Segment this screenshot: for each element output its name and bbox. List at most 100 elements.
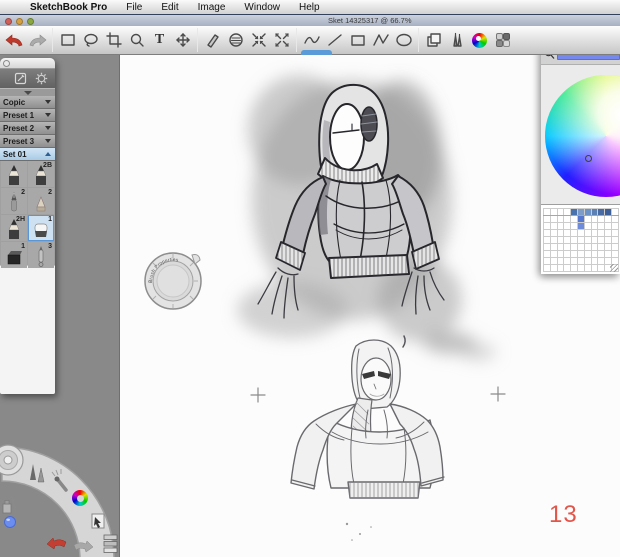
panel-close-icon[interactable] — [3, 60, 10, 67]
color-wheel[interactable] — [545, 75, 620, 197]
menu-window[interactable]: Window — [244, 2, 280, 13]
swatch-cell[interactable] — [591, 230, 599, 237]
swatch-cell[interactable] — [584, 258, 592, 265]
text-tool-icon[interactable]: T — [148, 28, 171, 52]
swatch-cell[interactable] — [584, 216, 592, 223]
menu-edit[interactable]: Edit — [161, 2, 178, 13]
lagoon-layers-icon[interactable] — [103, 534, 118, 553]
shrink-icon[interactable] — [247, 28, 270, 52]
menu-image[interactable]: Image — [198, 2, 226, 13]
resize-grip[interactable] — [610, 264, 618, 272]
swatch-cell[interactable] — [557, 230, 565, 237]
swatch-cell[interactable] — [550, 251, 558, 258]
swatch-cell[interactable] — [591, 244, 599, 251]
swatch-cell[interactable] — [605, 244, 612, 251]
swatch-cell[interactable] — [550, 237, 558, 244]
swatch-cell[interactable] — [544, 216, 551, 223]
swatch-cell[interactable] — [605, 223, 612, 230]
brush-palette-icon[interactable] — [445, 28, 468, 52]
brush-pencil[interactable] — [1, 161, 27, 187]
swatch-cell[interactable] — [564, 237, 572, 244]
brush-block-1[interactable]: 1 — [1, 242, 27, 268]
pen-tool-icon[interactable] — [2, 496, 17, 514]
close-button[interactable] — [5, 18, 12, 25]
swatch-cell[interactable] — [571, 265, 578, 272]
swatch-cell[interactable] — [564, 230, 572, 237]
brush-group-preset1[interactable]: Preset 1 — [0, 109, 55, 122]
color-dot-icon[interactable] — [4, 516, 16, 528]
brush-airbrush-3[interactable]: 3 — [28, 242, 54, 268]
swatch-cell[interactable] — [571, 244, 578, 251]
swatch-cell[interactable] — [557, 223, 565, 230]
brush-group-preset2[interactable]: Preset 2 — [0, 122, 55, 135]
swatch-cell[interactable] — [611, 244, 619, 251]
swatch-cell[interactable] — [591, 258, 599, 265]
undo-icon[interactable] — [3, 28, 26, 52]
swatch-cell[interactable] — [557, 237, 565, 244]
line-tool-icon[interactable] — [323, 28, 346, 52]
swatch-cell[interactable] — [591, 223, 599, 230]
brush-eraser-selected[interactable]: 1 — [28, 215, 54, 241]
swatch-cell[interactable] — [564, 216, 572, 223]
swatch-cell[interactable] — [550, 230, 558, 237]
swatch-cell[interactable] — [611, 216, 619, 223]
lagoon-color-wheel-icon[interactable] — [72, 490, 88, 506]
swatch-cell[interactable] — [571, 251, 578, 258]
swatch-cell[interactable] — [598, 237, 606, 244]
swatch-cell[interactable] — [544, 251, 551, 258]
color-selector-dot[interactable] — [585, 155, 592, 162]
brush-palette-title-bar[interactable] — [0, 58, 55, 69]
swatch-cell[interactable] — [584, 251, 592, 258]
swatch-cell[interactable] — [591, 265, 599, 272]
swatch-cell[interactable] — [598, 230, 606, 237]
swatch-cell[interactable] — [544, 258, 551, 265]
swatch-cell[interactable] — [584, 265, 592, 272]
swatch-cell[interactable] — [571, 216, 578, 223]
swatch-cell[interactable] — [584, 244, 592, 251]
brush-group-copic[interactable]: Copic — [0, 96, 55, 109]
swatch-cell[interactable] — [550, 223, 558, 230]
swatch-cell[interactable] — [544, 230, 551, 237]
swatch-cell[interactable] — [577, 237, 585, 244]
swatch-cell[interactable] — [550, 216, 558, 223]
move-icon[interactable] — [171, 28, 194, 52]
swatch-cell[interactable] — [605, 237, 612, 244]
swatch-cell[interactable] — [557, 265, 565, 272]
brush-pencil-2b[interactable]: 2B — [28, 161, 54, 187]
swatches-icon[interactable] — [491, 28, 514, 52]
swatch-cell[interactable] — [605, 230, 612, 237]
swatch-cell[interactable] — [598, 244, 606, 251]
swatch-cell[interactable] — [611, 251, 619, 258]
swatch-cell[interactable] — [557, 244, 565, 251]
swatch-cell[interactable] — [557, 251, 565, 258]
swatch-cell[interactable] — [577, 216, 585, 223]
swatch-cell[interactable] — [544, 265, 551, 272]
swatch-cell[interactable] — [571, 230, 578, 237]
swatch-cell[interactable] — [591, 216, 599, 223]
swatch-cell[interactable] — [544, 237, 551, 244]
menu-app[interactable]: SketchBook Pro — [30, 2, 107, 13]
rectangle-tool-icon[interactable] — [346, 28, 369, 52]
color-wheel-icon[interactable] — [468, 28, 491, 52]
swatch-cell[interactable] — [584, 223, 592, 230]
panel-collapse-handle[interactable] — [0, 88, 55, 96]
swatch-cell[interactable] — [571, 223, 578, 230]
swatch-cell[interactable] — [577, 230, 585, 237]
swatch-cell[interactable] — [577, 258, 585, 265]
brush-pencil-2h[interactable]: 2H — [1, 215, 27, 241]
scatter-icon[interactable] — [270, 28, 293, 52]
swatch-cell[interactable] — [564, 251, 572, 258]
menu-file[interactable]: File — [126, 2, 142, 13]
swatch-cell[interactable] — [571, 258, 578, 265]
lagoon-selection-icon[interactable] — [91, 513, 105, 529]
swatch-cell[interactable] — [564, 265, 572, 272]
gear-icon[interactable] — [35, 72, 48, 85]
swatch-cell[interactable] — [584, 230, 592, 237]
swatch-cell[interactable] — [557, 216, 565, 223]
layers-icon[interactable] — [422, 28, 445, 52]
brush-group-preset3[interactable]: Preset 3 — [0, 135, 55, 148]
swatch-cell[interactable] — [550, 258, 558, 265]
brush-group-set01[interactable]: Set 01 — [0, 148, 55, 161]
swatch-cell[interactable] — [564, 258, 572, 265]
curve-tool-icon[interactable] — [300, 28, 323, 52]
